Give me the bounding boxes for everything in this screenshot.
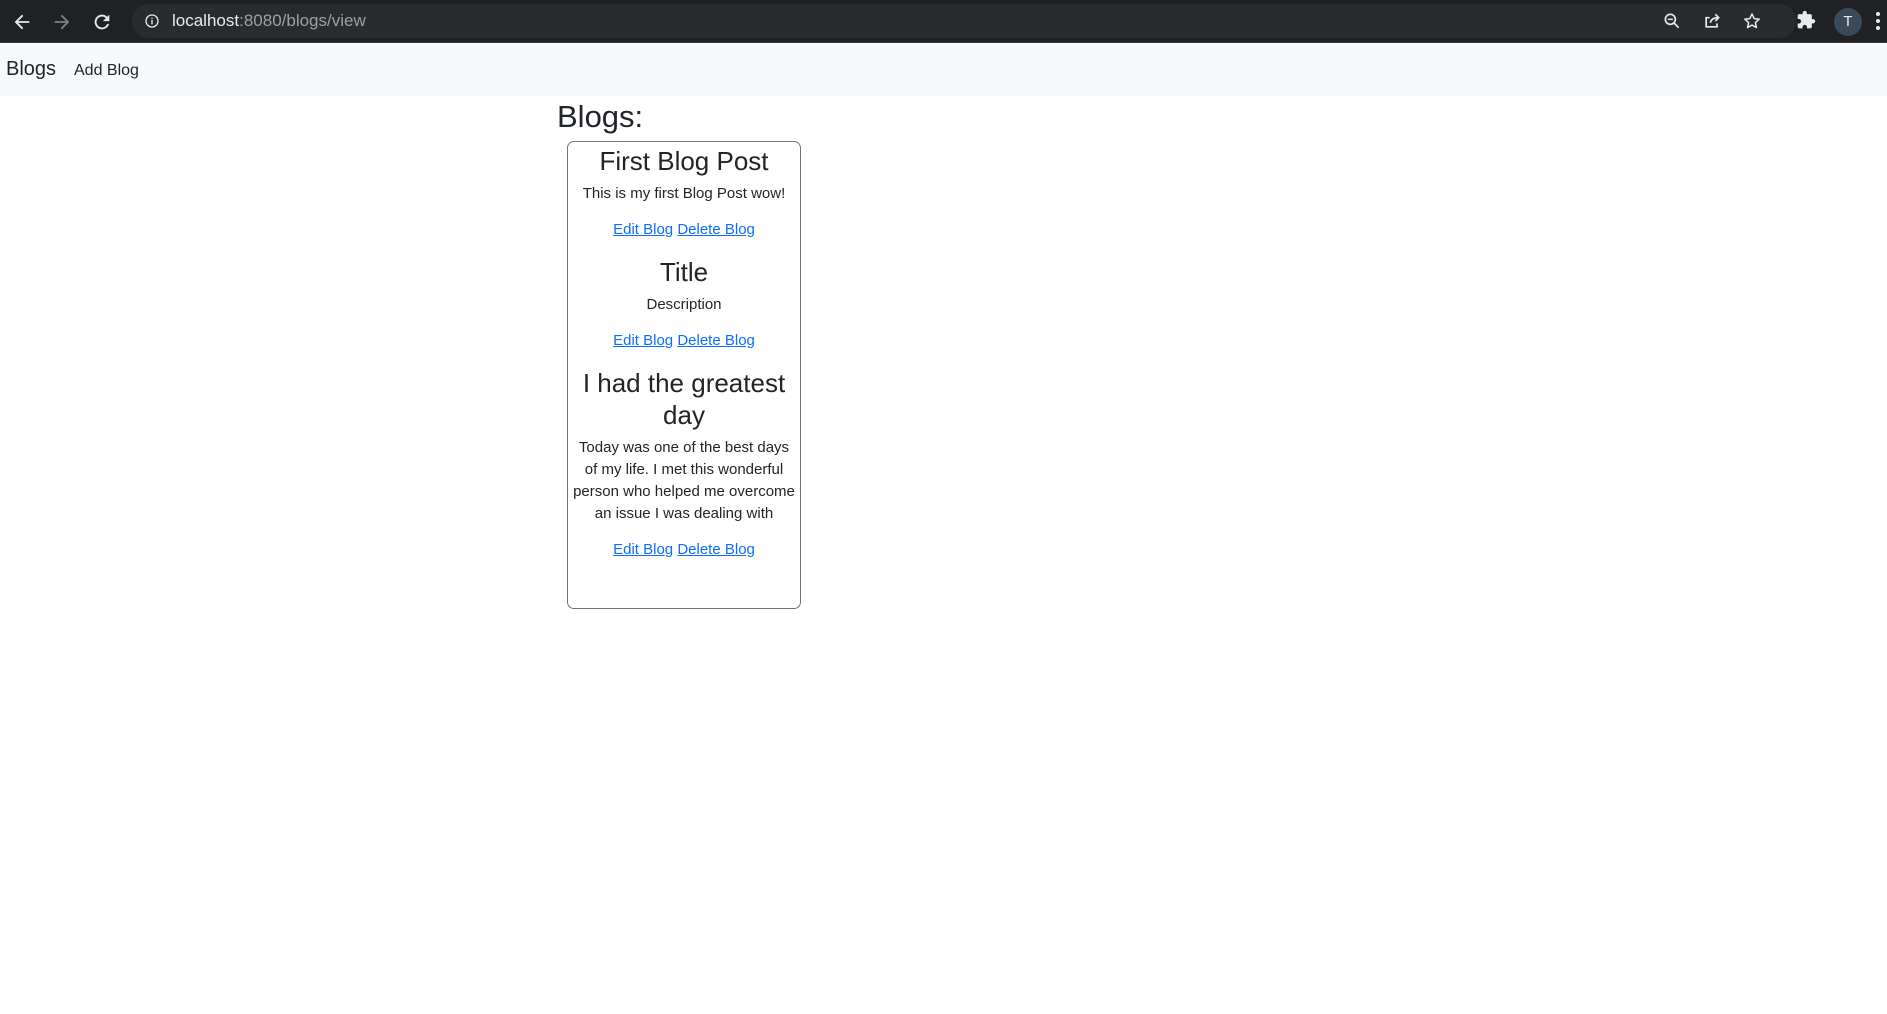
blog-post-title: Title xyxy=(659,257,709,287)
star-icon[interactable] xyxy=(1742,11,1762,31)
browser-toolbar: localhost:8080/blogs/view T xyxy=(0,0,1887,43)
blog-post-actions: Edit Blog Delete Blog xyxy=(572,220,796,240)
blog-post-actions: Edit Blog Delete Blog xyxy=(572,331,796,351)
blog-post-title: I had the greatest day xyxy=(582,368,786,430)
blog-post-actions: Edit Blog Delete Blog xyxy=(572,540,796,560)
arrow-left-icon xyxy=(14,14,30,30)
page-title: Blogs: xyxy=(557,99,644,134)
blog-post: I had the greatest day Today was one of … xyxy=(572,367,796,560)
forward-button[interactable] xyxy=(46,6,78,38)
profile-avatar[interactable]: T xyxy=(1834,8,1862,36)
app-navbar: Blogs Add Blog xyxy=(0,43,1887,96)
reload-button[interactable] xyxy=(86,6,118,38)
delete-blog-link[interactable]: Delete Blog xyxy=(677,221,755,238)
url-text[interactable]: localhost:8080/blogs/view xyxy=(172,10,366,32)
blog-post: First Blog Post This is my first Blog Po… xyxy=(572,145,796,240)
arrow-right-icon xyxy=(54,14,70,30)
edit-blog-link[interactable]: Edit Blog xyxy=(613,221,673,238)
blog-list-card: First Blog Post This is my first Blog Po… xyxy=(567,141,801,609)
blog-post: Title Description Edit Blog Delete Blog xyxy=(572,256,796,351)
blog-post-description: This is my first Blog Post wow! xyxy=(582,185,786,202)
back-button[interactable] xyxy=(6,6,38,38)
reload-icon xyxy=(94,14,110,30)
address-bar[interactable]: localhost:8080/blogs/view xyxy=(132,4,1796,38)
info-icon[interactable] xyxy=(144,13,160,29)
nav-link-add-blog[interactable]: Add Blog xyxy=(74,61,139,81)
zoom-icon[interactable] xyxy=(1662,11,1682,31)
share-icon[interactable] xyxy=(1702,11,1722,31)
edit-blog-link[interactable]: Edit Blog xyxy=(613,541,673,558)
delete-blog-link[interactable]: Delete Blog xyxy=(677,332,755,349)
navbar-brand-link[interactable]: Blogs xyxy=(6,57,56,81)
blog-post-description: Description xyxy=(646,296,722,313)
edit-blog-link[interactable]: Edit Blog xyxy=(613,332,673,349)
kebab-menu-icon[interactable] xyxy=(1876,12,1882,32)
puzzle-icon[interactable] xyxy=(1796,10,1816,30)
blog-post-description: Today was one of the best days of my lif… xyxy=(573,439,795,522)
url-host: localhost xyxy=(172,11,240,30)
blog-post-title: First Blog Post xyxy=(599,146,769,176)
url-path: :8080/blogs/view xyxy=(239,11,366,30)
delete-blog-link[interactable]: Delete Blog xyxy=(677,541,755,558)
